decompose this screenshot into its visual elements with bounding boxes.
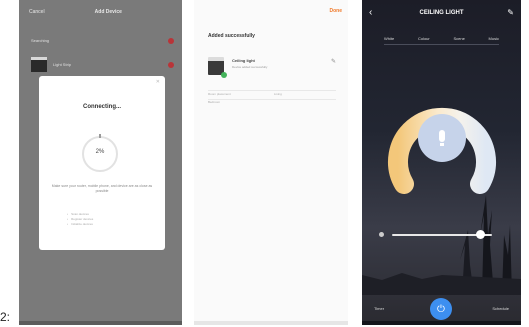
list-item-label: Light Strip bbox=[53, 62, 72, 67]
list-item[interactable]: Searching bbox=[31, 37, 174, 44]
screen-added: Done Added successfully Ceiling light De… bbox=[194, 0, 348, 325]
timer-button[interactable]: Timer bbox=[374, 306, 384, 311]
power-icon: ⏻ bbox=[437, 303, 445, 315]
page-title: CEILING LIGHT bbox=[419, 10, 464, 16]
tab-white[interactable]: White bbox=[384, 36, 394, 41]
device-name: Ceiling light bbox=[232, 58, 255, 63]
connection-steps: Scan devices Register devices Initialize… bbox=[67, 212, 93, 227]
connecting-dialog: ✕ Connecting... 2% Make sure your router… bbox=[39, 76, 165, 250]
screen-ceiling-light: ‹ CEILING LIGHT ✎ White Colour Scene Mus… bbox=[362, 0, 521, 325]
ceiling-light-icon bbox=[208, 57, 227, 78]
progress-ring: 2% bbox=[82, 134, 118, 172]
tab-scene[interactable]: Scene bbox=[453, 36, 464, 41]
home-indicator bbox=[362, 321, 521, 325]
divider bbox=[208, 99, 336, 100]
tab-divider bbox=[384, 44, 499, 45]
list-item-label: Searching bbox=[31, 38, 50, 43]
page-title: Add Device bbox=[94, 9, 122, 15]
home-indicator bbox=[19, 321, 182, 325]
list-item[interactable]: Light Strip bbox=[31, 57, 174, 72]
alert-dot-icon bbox=[168, 37, 174, 44]
device-card[interactable]: Ceiling light Device added successfully … bbox=[208, 55, 336, 79]
color-temperature-wheel[interactable] bbox=[362, 76, 521, 235]
room-option[interactable]: Living bbox=[274, 92, 282, 96]
power-button[interactable]: ⏻ bbox=[430, 298, 452, 320]
dialog-description: Make sure your router, mobile phone, and… bbox=[51, 184, 153, 193]
room-option[interactable]: Bedroom bbox=[208, 100, 220, 104]
bulb-icon bbox=[439, 130, 445, 142]
device-thumbnail bbox=[31, 57, 47, 72]
dialog-title: Connecting... bbox=[83, 104, 121, 110]
edit-pencil-icon[interactable]: ✎ bbox=[507, 8, 514, 17]
room-label: Room placement bbox=[208, 92, 231, 96]
mode-tabs: White Colour Scene Music bbox=[384, 36, 499, 41]
close-icon[interactable]: ✕ bbox=[156, 79, 160, 85]
brightness-min-icon bbox=[379, 232, 384, 237]
success-heading: Added successfully bbox=[208, 33, 255, 39]
step-item: Initialize devices bbox=[67, 222, 93, 227]
cancel-button[interactable]: Cancel bbox=[29, 9, 45, 15]
tab-colour[interactable]: Colour bbox=[418, 36, 430, 41]
brightness-slider-handle[interactable] bbox=[476, 230, 485, 239]
done-button[interactable]: Done bbox=[330, 8, 343, 14]
progress-percent: 2% bbox=[95, 149, 105, 155]
tab-music[interactable]: Music bbox=[489, 36, 499, 41]
top-bar: Cancel Add Device bbox=[19, 0, 182, 24]
schedule-button[interactable]: Schedule bbox=[492, 306, 509, 311]
figure-label: 2: bbox=[0, 310, 11, 324]
success-check-icon bbox=[221, 72, 227, 78]
device-subtitle: Device added successfully bbox=[232, 65, 268, 69]
edit-pencil-icon[interactable]: ✎ bbox=[331, 58, 336, 65]
home-indicator bbox=[194, 321, 348, 325]
screen-connecting: Cancel Add Device Searching Light Strip … bbox=[19, 0, 182, 325]
progress-indicator bbox=[99, 134, 101, 138]
divider bbox=[208, 90, 336, 91]
alert-dot-icon bbox=[168, 61, 174, 68]
